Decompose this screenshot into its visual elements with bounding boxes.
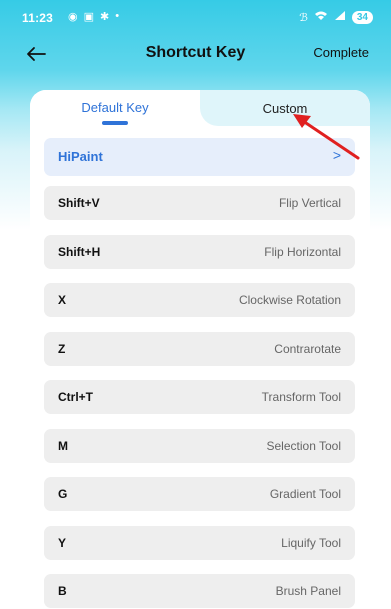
tab-default-key[interactable]: Default Key [30,90,200,126]
shortcut-action: Brush Panel [275,584,341,598]
group-name: HiPaint [58,149,103,164]
shortcut-action: Flip Vertical [278,196,341,210]
system-icons: ℬ 34 [299,10,373,24]
shortcut-key: Z [58,341,66,356]
shortcut-row[interactable]: G Gradient Tool [44,477,355,511]
shortcut-key: Y [58,535,67,550]
shortcut-list: Shift+V Flip Vertical Shift+H Flip Horiz… [44,186,355,609]
shortcut-row[interactable]: M Selection Tool [44,428,355,463]
tab-active-indicator [102,121,128,125]
shortcut-row[interactable]: Shift+H Flip Horizontal [44,234,355,269]
shortcut-action: Gradient Tool [269,487,341,501]
tab-bar: Default Key Custom [30,90,370,126]
battery-icon: 34 [351,10,373,24]
status-bar: 11:23 ◉ ▣ ✱ • ℬ 34 [0,0,391,34]
shortcut-row[interactable]: X Clockwise Rotation [44,283,355,317]
dot-icon: • [115,10,120,22]
tab-custom[interactable]: Custom [200,90,370,126]
shortcut-row[interactable]: Ctrl+T Transform Tool [44,380,355,414]
complete-button[interactable]: Complete [313,45,369,60]
shortcut-row[interactable]: Shift+V Flip Vertical [44,186,355,220]
shortcut-key: X [58,293,67,307]
app-screen: 11:23 ◉ ▣ ✱ • ℬ 34 Shortcut Key Complete [0,0,391,609]
shortcut-action: Flip Horizontal [264,244,341,259]
shortcut-key: Shift+H [58,244,101,259]
shortcut-key: M [58,438,68,453]
shortcut-action: Contrarotate [274,341,341,356]
shortcut-row[interactable]: Y Liquify Tool [44,525,355,560]
navigation-bar: Shortcut Key Complete [0,34,391,74]
shortcut-key: G [58,487,68,501]
shortcut-action: Selection Tool [266,438,342,453]
shortcut-key: B [58,584,67,598]
status-time: 11:23 [22,11,54,25]
wifi-icon [314,10,328,24]
tab-default-key-label: Default Key [81,100,149,115]
shortcut-action: Liquify Tool [281,535,341,550]
shortcut-key: Ctrl+T [58,390,94,404]
vpn-icon: ✱ [100,11,110,23]
chevron-right-icon: > [332,147,341,163]
message-icon: ◉ [68,11,78,23]
shortcut-row[interactable]: B Brush Panel [44,574,355,608]
shortcut-row[interactable]: Z Contrarotate [44,331,355,366]
shortcut-action: Clockwise Rotation [238,293,341,307]
shortcut-key: Shift+V [58,196,100,210]
tab-custom-label: Custom [262,101,308,116]
group-row-hipaint[interactable]: HiPaint > [44,138,355,176]
image-icon: ▣ [83,11,95,23]
notification-icons: ◉ ▣ ✱ • [68,10,119,23]
mute-icon: ℬ [299,11,308,24]
signal-icon [334,10,346,24]
shortcut-action: Transform Tool [261,390,341,404]
